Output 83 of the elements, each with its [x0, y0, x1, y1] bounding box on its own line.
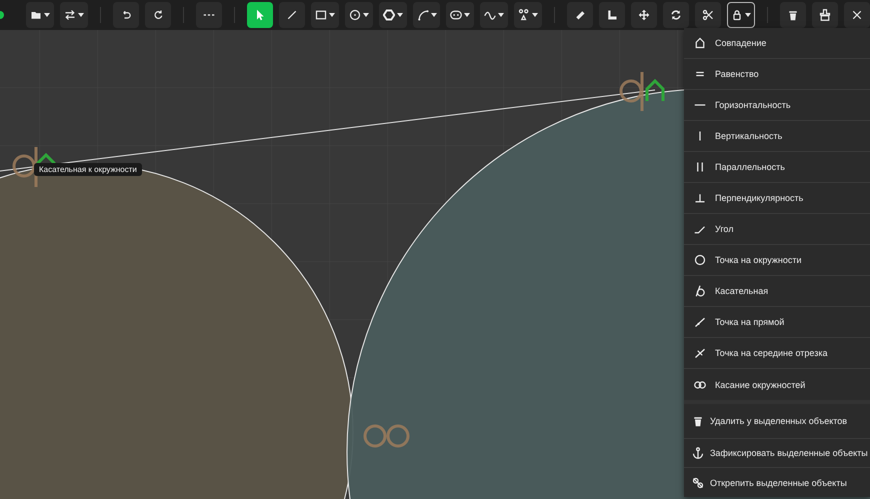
line-icon: [286, 9, 298, 21]
points-tool-button[interactable]: [514, 2, 542, 28]
trash-icon: [692, 415, 704, 427]
circles-touch-constraint-icon: [364, 424, 410, 448]
menu-item[interactable]: Зафиксировать выделенные объекты: [684, 439, 870, 468]
caret-icon: [430, 13, 436, 17]
caret-icon: [745, 13, 752, 17]
redo-icon: [152, 9, 164, 21]
circle-icon: [348, 9, 361, 21]
undo-button[interactable]: [112, 2, 139, 28]
corner-icon: [606, 9, 618, 21]
wave-icon: [484, 9, 496, 21]
broom-icon: [818, 9, 831, 21]
caret-icon: [532, 13, 538, 17]
unlink-icon: [692, 476, 704, 488]
ruler-icon: [574, 9, 586, 21]
menu-item[interactable]: Точка на прямой: [684, 307, 870, 338]
move-button[interactable]: [631, 2, 658, 28]
parallel-icon: [694, 161, 706, 173]
trash-icon: [787, 9, 800, 21]
anchor-icon: [692, 447, 704, 459]
swap-button[interactable]: [60, 2, 88, 28]
rectangle-tool-button[interactable]: [310, 2, 339, 28]
caret-icon: [328, 13, 335, 17]
caret-icon: [498, 13, 504, 17]
caret-icon: [362, 13, 369, 17]
point-on-line-icon: [694, 316, 706, 328]
spline-tool-button[interactable]: [480, 2, 508, 28]
tangent-constraint-icon: [12, 147, 38, 187]
menu-item[interactable]: Удалить у выделенных объектов: [684, 404, 870, 439]
close-button[interactable]: [844, 2, 870, 28]
perpendicular-icon: [694, 192, 706, 204]
menu-item[interactable]: Равенство: [684, 59, 870, 90]
fillet-button[interactable]: [599, 2, 626, 28]
select-tool-button[interactable]: [246, 2, 273, 28]
close-icon: [850, 9, 863, 21]
caret-icon: [396, 13, 403, 17]
polygon-tool-button[interactable]: [378, 2, 407, 28]
caret-icon: [78, 13, 84, 17]
slot-tool-button[interactable]: [446, 2, 474, 28]
lock-icon: [731, 9, 744, 21]
clear-button[interactable]: [812, 2, 838, 28]
status-indicator: [0, 11, 4, 19]
menu-item[interactable]: Касательная: [684, 276, 870, 307]
menu-item[interactable]: Точка на середине отрезка: [684, 338, 870, 369]
redo-button[interactable]: [144, 2, 171, 28]
menu-item[interactable]: Вертикальность: [684, 121, 870, 152]
swap-arrows-icon: [64, 9, 76, 21]
hexagon-icon: [382, 9, 395, 21]
rectangle-icon: [314, 9, 327, 21]
circle-tool-button[interactable]: [344, 2, 373, 28]
move-arrows-icon: [638, 9, 650, 21]
menu-item[interactable]: Горизонтальность: [684, 90, 870, 121]
tangent-icon: [694, 285, 706, 297]
menu-item[interactable]: Угол: [684, 214, 870, 245]
tooltip: Касательная к окружности: [34, 163, 142, 176]
coincident-icon: [694, 37, 706, 49]
constraints-button[interactable]: [727, 2, 756, 28]
circles-touch-icon: [694, 378, 706, 390]
points-icon: [518, 9, 530, 21]
menu-item[interactable]: Касание окружностей: [684, 369, 870, 400]
rotate-button[interactable]: [663, 2, 690, 28]
rotate-icon: [670, 9, 682, 21]
open-button[interactable]: [26, 2, 54, 28]
tangent-constraint-icon: [620, 72, 644, 111]
menu-item[interactable]: Параллельность: [684, 152, 870, 183]
arc-tool-button[interactable]: [412, 2, 440, 28]
delete-button[interactable]: [780, 2, 806, 28]
menu-item[interactable]: Открепить выделенные объекты: [684, 468, 870, 497]
midpoint-icon: [694, 347, 706, 359]
folder-icon: [30, 9, 42, 21]
menu-item[interactable]: Перпендикулярность: [684, 183, 870, 214]
trim-button[interactable]: [695, 2, 722, 28]
scissors-icon: [702, 9, 714, 21]
menu-item[interactable]: Точка на окружности: [684, 245, 870, 276]
measure-button[interactable]: [567, 2, 594, 28]
slot-icon: [450, 9, 462, 21]
coincident-constraint-icon: [646, 78, 664, 101]
menu-item[interactable]: Совпадение: [684, 28, 870, 59]
circle-icon: [694, 254, 706, 266]
caret-icon: [464, 13, 470, 17]
arc-icon: [416, 9, 428, 21]
caret-icon: [44, 13, 50, 17]
